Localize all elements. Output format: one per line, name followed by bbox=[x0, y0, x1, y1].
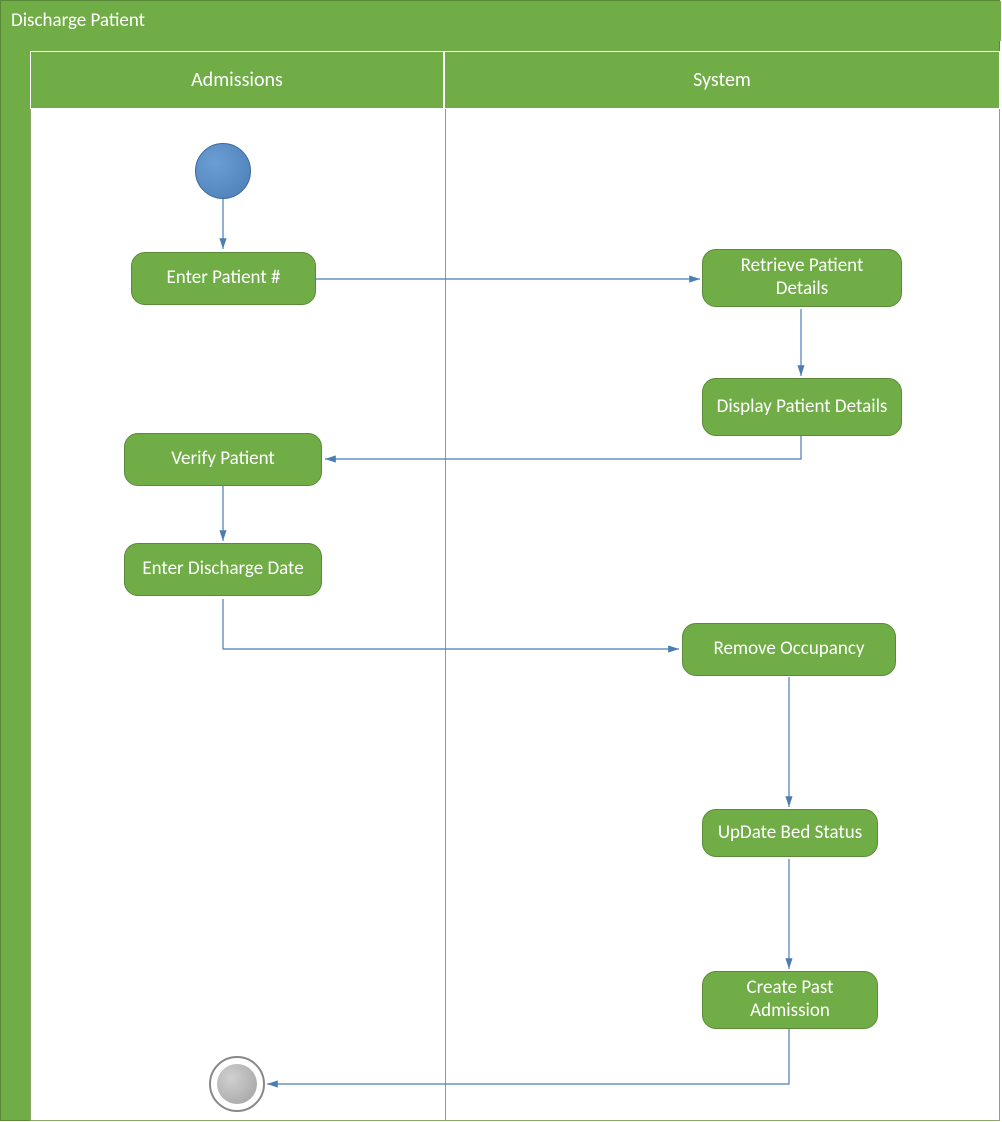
end-node-inner bbox=[217, 1064, 257, 1104]
activity-enter-discharge-date: Enter Discharge Date bbox=[124, 543, 322, 596]
lane-headers: Admissions System bbox=[30, 51, 1000, 109]
end-node bbox=[209, 1056, 265, 1112]
activity-enter-patient-no: Enter Patient # bbox=[131, 252, 316, 305]
activity-create-past-admission: Create Past Admission bbox=[702, 971, 878, 1029]
activity-retrieve-patient-details: Retrieve Patient Details bbox=[702, 249, 902, 307]
lane-header-system: System bbox=[444, 51, 1000, 109]
activity-update-bed-status: UpDate Bed Status bbox=[702, 809, 878, 857]
activity-remove-occupancy: Remove Occupancy bbox=[682, 623, 896, 676]
lane-divider bbox=[445, 109, 446, 1121]
lane-body: Enter Patient # Retrieve Patient Details… bbox=[30, 109, 1000, 1121]
activity-display-patient-details: Display Patient Details bbox=[702, 378, 902, 436]
start-node bbox=[195, 143, 251, 199]
lane-header-admissions: Admissions bbox=[30, 51, 444, 109]
diagram-title: Discharge Patient bbox=[1, 1, 1001, 41]
diagram-frame: Discharge Patient Admissions System bbox=[0, 0, 1000, 1121]
activity-verify-patient: Verify Patient bbox=[124, 433, 322, 486]
